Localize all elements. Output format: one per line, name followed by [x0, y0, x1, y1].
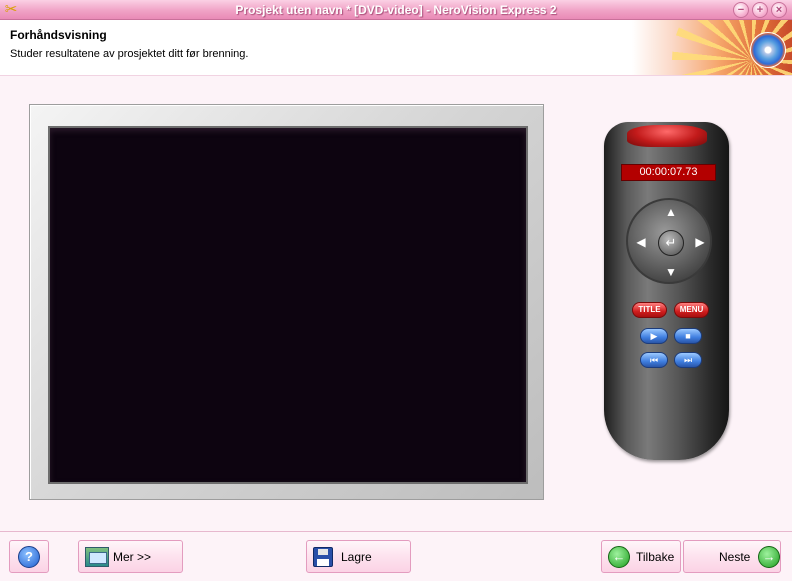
navigation-pad: ▲ ▼ ◀ ▶ ↵	[626, 198, 712, 284]
title-button[interactable]: TITLE	[632, 302, 667, 318]
disc-icon	[750, 32, 786, 68]
page-title: Forhåndsvisning	[10, 28, 107, 42]
preview-monitor	[29, 104, 544, 500]
previous-chapter-button[interactable]: ⏮	[640, 352, 668, 368]
help-button[interactable]: ?	[9, 540, 49, 573]
stop-button[interactable]: ■	[674, 328, 702, 344]
minimize-button[interactable]: −	[733, 2, 749, 18]
arrow-down-button[interactable]: ▼	[661, 262, 681, 282]
arrow-left-button[interactable]: ◀	[631, 232, 651, 252]
time-display: 00:00:07.73	[621, 164, 716, 181]
help-icon: ?	[18, 545, 40, 568]
header-divider	[0, 75, 792, 76]
maximize-button[interactable]: +	[752, 2, 768, 18]
save-button-label: Lagre	[341, 549, 372, 564]
next-button[interactable]: Neste →	[683, 540, 781, 573]
page-header: Forhåndsvisning Studer resultatene av pr…	[0, 20, 792, 75]
arrow-up-button[interactable]: ▲	[661, 202, 681, 222]
remote-ir-window	[627, 125, 707, 147]
next-button-label: Neste	[719, 549, 751, 564]
menu-button[interactable]: MENU	[674, 302, 709, 318]
arrow-left-icon: ←	[608, 545, 630, 568]
play-button[interactable]: ▶	[640, 328, 668, 344]
header-banner-image	[632, 20, 792, 75]
save-button[interactable]: Lagre	[306, 540, 411, 573]
back-button[interactable]: ← Tilbake	[601, 540, 681, 573]
more-button[interactable]: Mer >>	[78, 540, 183, 573]
arrow-right-icon: →	[758, 545, 780, 568]
more-button-label: Mer >>	[113, 549, 152, 564]
floppy-disk-icon	[313, 546, 333, 567]
back-button-label: Tilbake	[636, 549, 675, 564]
wizard-navigation-bar: ? Mer >> Lagre ← Tilbake Neste →	[0, 532, 792, 581]
enter-button[interactable]: ↵	[658, 230, 684, 256]
window-title: Prosjekt uten navn * [DVD-video] - NeroV…	[235, 3, 557, 17]
preview-screen[interactable]	[48, 126, 528, 484]
next-chapter-button[interactable]: ⏭	[674, 352, 702, 368]
remote-control: 00:00:07.73 ▲ ▼ ◀ ▶ ↵ TITLE MENU ▶ ■ ⏮ ⏭	[604, 122, 729, 460]
more-options-icon	[85, 546, 109, 567]
title-bar: ✂ Prosjekt uten navn * [DVD-video] - Ner…	[0, 0, 792, 20]
page-subtitle: Studer resultatene av prosjektet ditt fø…	[10, 48, 249, 60]
close-button[interactable]: ×	[771, 2, 787, 18]
arrow-right-button[interactable]: ▶	[690, 232, 710, 252]
